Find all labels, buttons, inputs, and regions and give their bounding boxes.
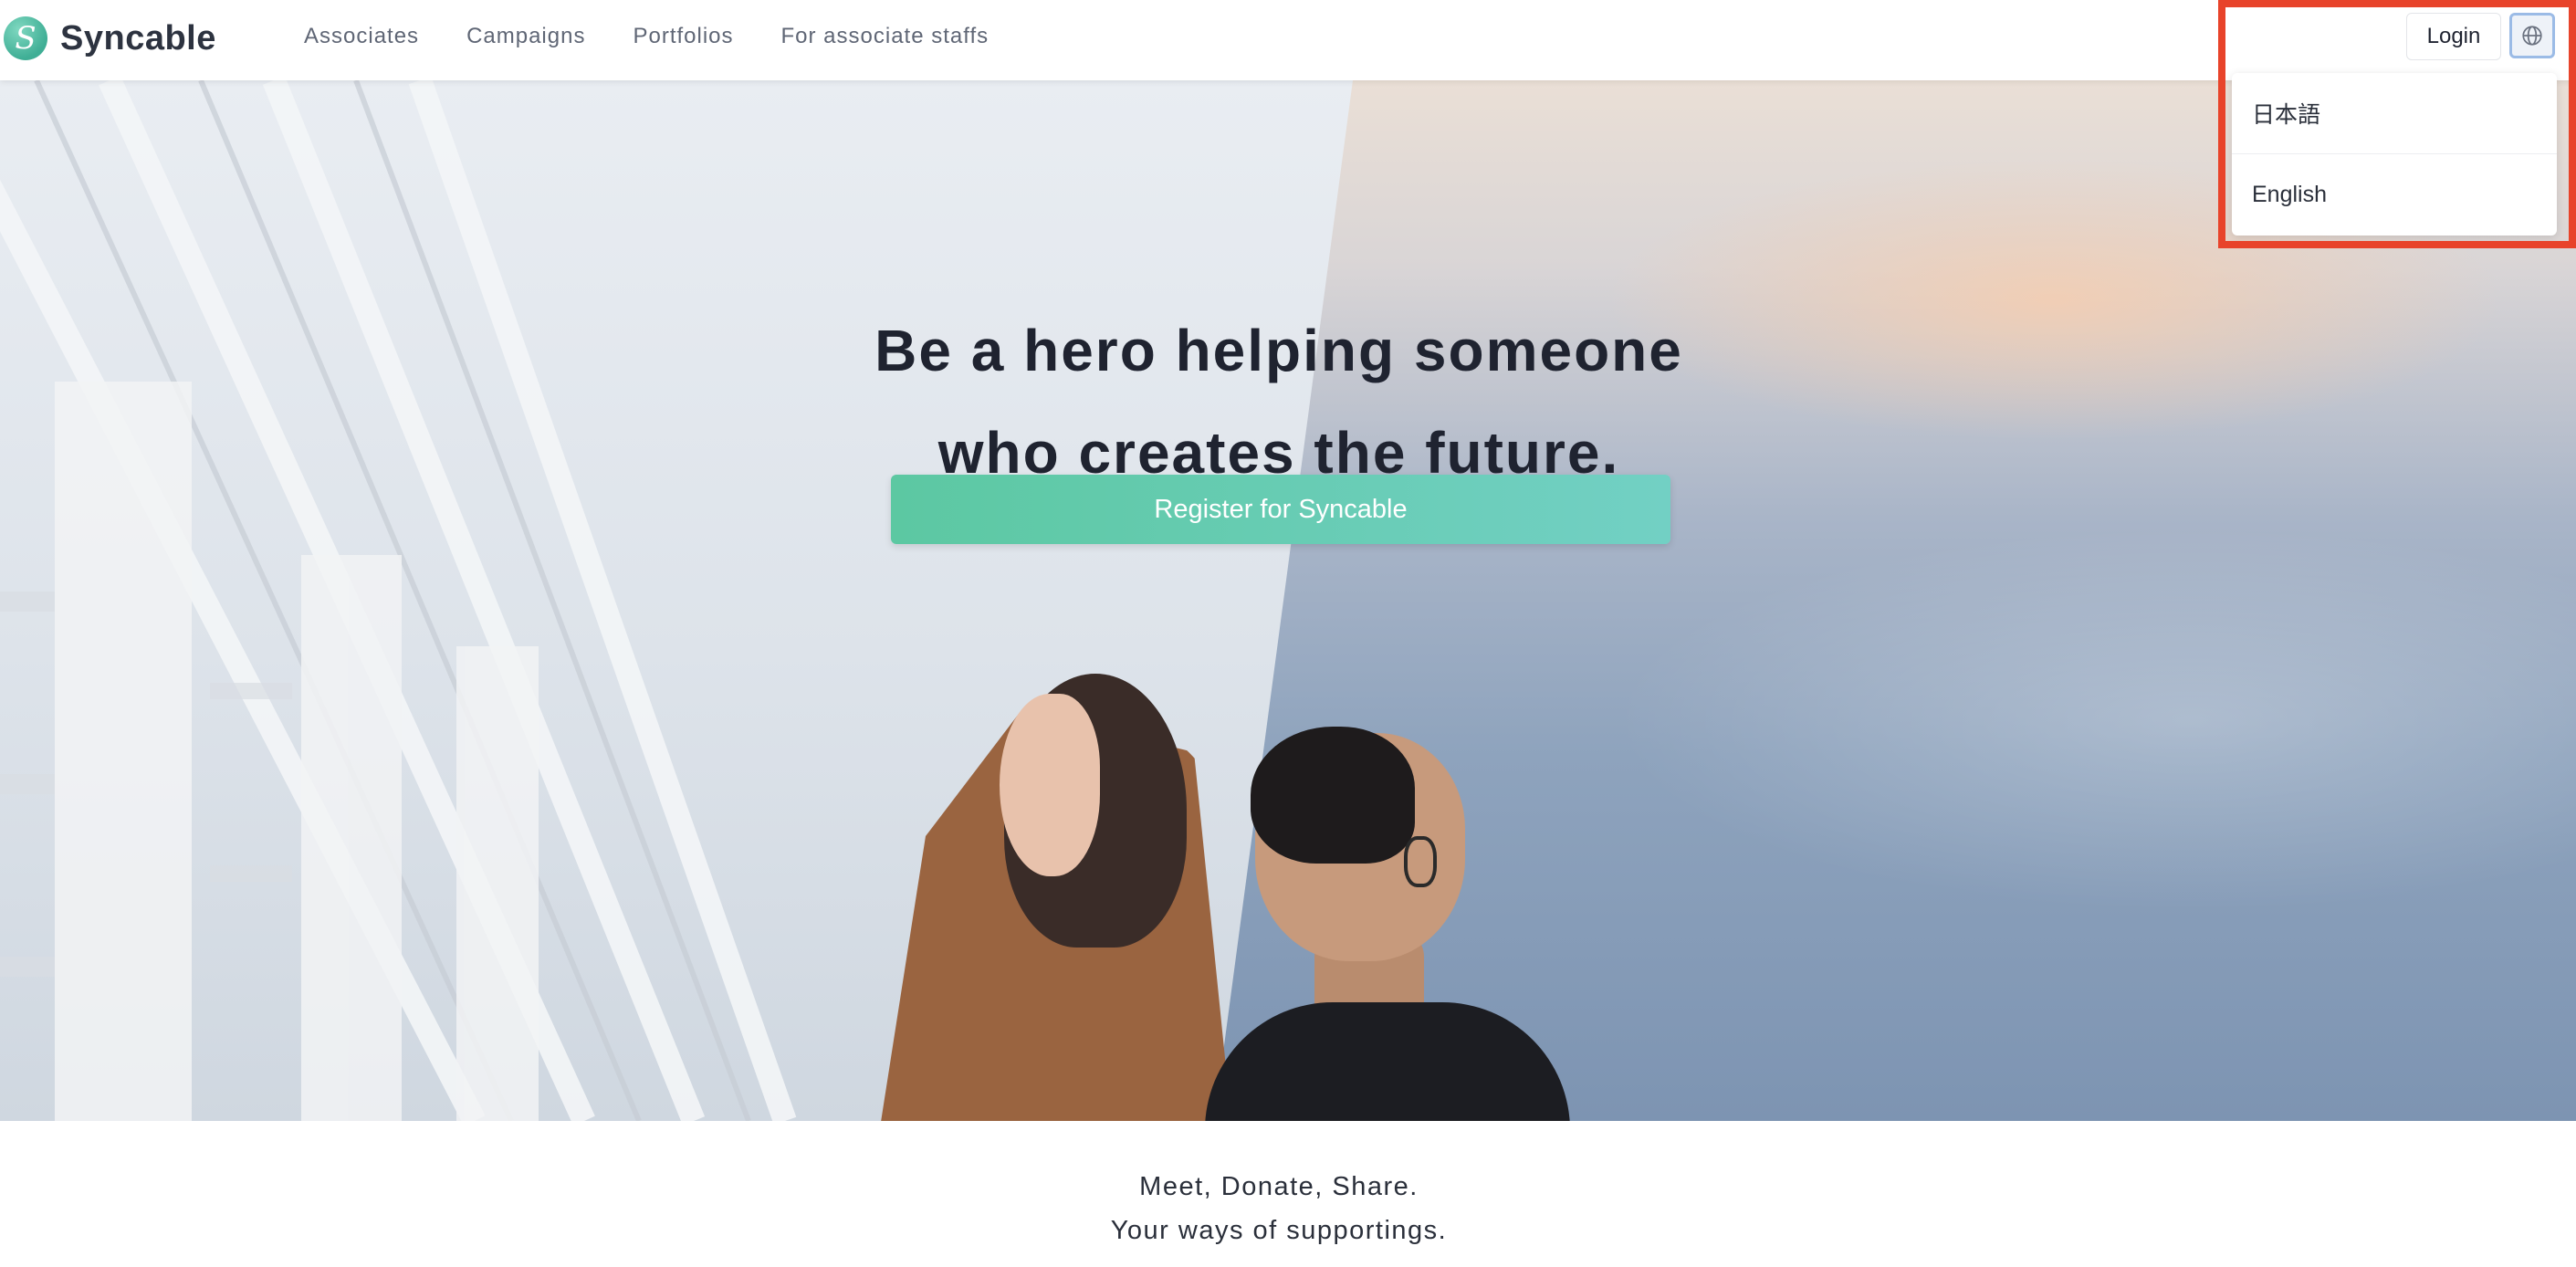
brand-name: Syncable [60,18,216,58]
top-navbar: S Syncable Associates Campaigns Portfoli… [0,0,2576,80]
register-button[interactable]: Register for Syncable [891,475,1670,544]
hero-heading: Be a hero helping someone who creates th… [0,299,2558,504]
man-hair [1251,727,1415,864]
syncable-logo[interactable]: S Syncable [4,13,216,64]
tagline-line-1: Meet, Donate, Share. [1139,1172,1419,1201]
hero-section: Be a hero helping someone who creates th… [0,80,2576,1121]
language-option-japanese[interactable]: 日本語 [2232,73,2557,153]
main-nav: Associates Campaigns Portfolios For asso… [304,0,1036,73]
globe-icon [2522,26,2542,46]
hero-architecture-illustration [0,80,797,1121]
language-dropdown-menu: 日本語 English [2232,73,2557,236]
tagline-line-2: Your ways of supportings. [1110,1216,1448,1245]
woman-face [1000,694,1100,876]
hero-heading-line-1: Be a hero helping someone [874,318,1683,383]
syncable-logo-icon: S [4,16,47,60]
language-switcher-button[interactable] [2509,13,2555,58]
nav-item-campaigns[interactable]: Campaigns [466,24,585,49]
nav-item-associate-staffs[interactable]: For associate staffs [781,24,990,49]
nav-item-portfolios[interactable]: Portfolios [633,24,733,49]
login-button[interactable]: Login [2406,13,2501,60]
nav-item-associates[interactable]: Associates [304,24,419,49]
tagline: Meet, Donate, Share. Your ways of suppor… [0,1165,2558,1252]
man-glasses [1404,836,1437,887]
language-option-english[interactable]: English [2232,153,2557,235]
